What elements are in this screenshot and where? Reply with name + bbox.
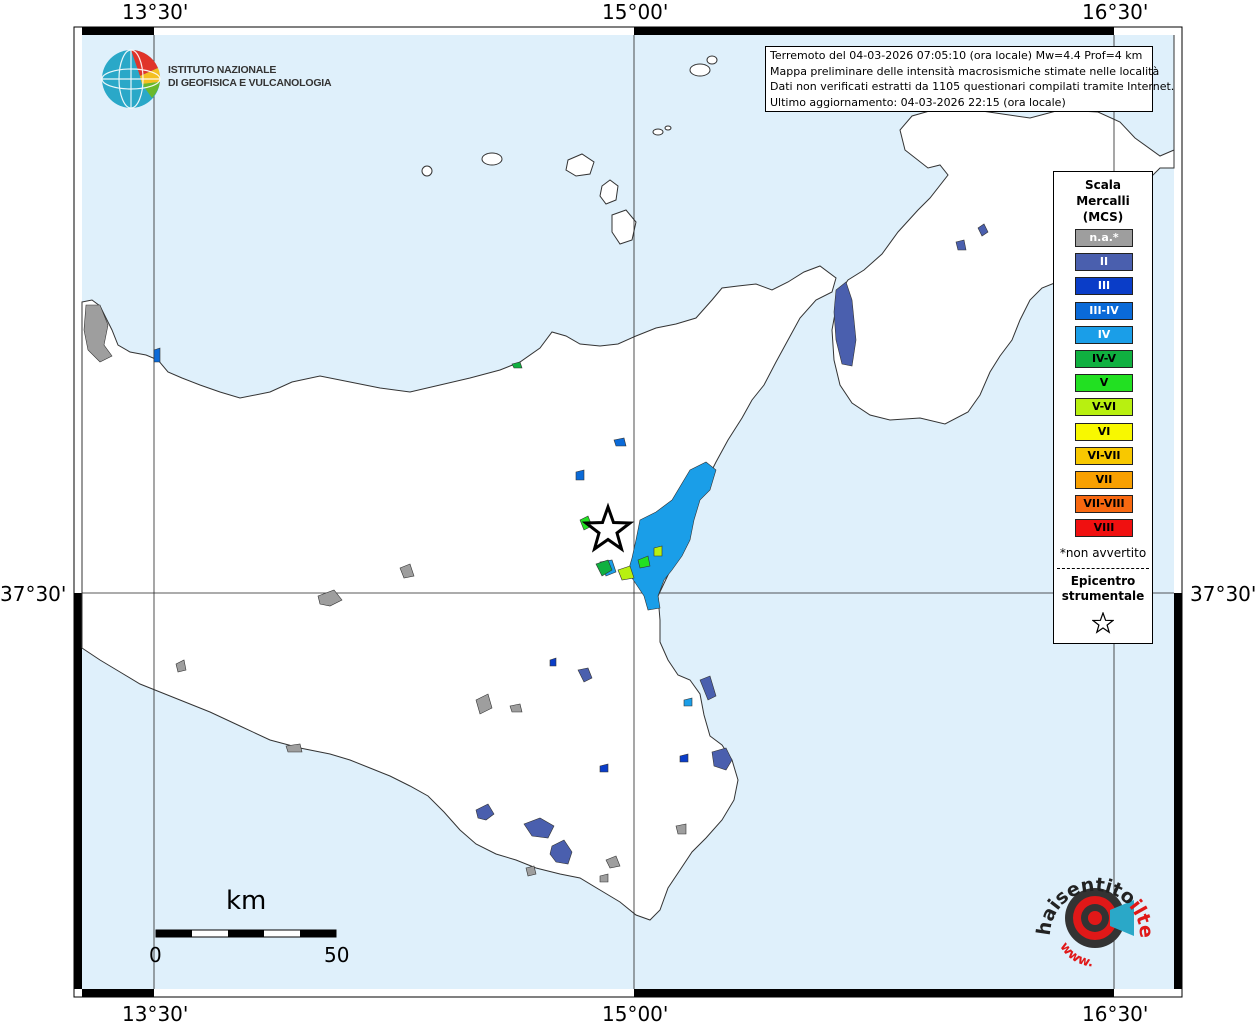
ingv-name-line1: ISTITUTO NAZIONALE	[168, 64, 277, 76]
legend-star-icon	[1092, 612, 1114, 634]
patch-v-vi	[653, 545, 663, 557]
info-line-2: Mappa preliminare delle intensità macros…	[770, 64, 1160, 78]
legend-item: IV-V	[1075, 350, 1133, 368]
patch-na	[675, 823, 687, 835]
legend-item: VIII	[1075, 519, 1133, 538]
patch-iii-iv	[153, 347, 161, 363]
legend-epicenter-label: Epicentro strumentale	[1054, 574, 1152, 604]
scale-max-label: 50	[324, 943, 350, 967]
legend-note: *non avvertito	[1059, 546, 1147, 560]
legend-item: VII	[1075, 471, 1133, 489]
legend-separator	[1057, 568, 1149, 569]
legend-item: VI-VII	[1075, 446, 1133, 465]
ingv-name-line2: DI GEOFISICA E VULCANOLOGIA	[168, 77, 332, 89]
patch-ii	[955, 239, 967, 251]
lon-label-bottom-right: 16°30'	[1082, 1002, 1149, 1026]
legend-item: VII-VIII	[1075, 495, 1133, 514]
lat-label-right: 37°30'	[1190, 582, 1255, 606]
info-line-3: Dati non verificati estratti da 1105 que…	[770, 80, 1175, 93]
legend-title: Scala Mercalli (MCS)	[1054, 177, 1152, 225]
legend-title-line2: Mercalli	[1076, 194, 1130, 208]
legend-item: III-IV	[1075, 301, 1133, 320]
mcs-legend: Scala Mercalli (MCS) n.a.* II III III-IV IV I…	[1053, 171, 1153, 644]
legend-title-line3: (MCS)	[1082, 210, 1124, 224]
legend-epicenter-line1: Epicentro	[1070, 574, 1136, 588]
patch-na	[525, 865, 537, 877]
legend-item: VI	[1075, 422, 1133, 441]
legend-epicenter-line2: strumentale	[1061, 589, 1145, 603]
ingv-globe-logo	[101, 49, 161, 109]
legend-item: V	[1075, 374, 1133, 393]
lon-label-top-right: 16°30'	[1082, 0, 1149, 24]
lon-label-bottom-mid: 15°00'	[602, 1002, 669, 1026]
legend-title-line1: Scala	[1084, 178, 1122, 192]
event-info-box: Terremoto del 04-03-2026 07:05:10 (ora l…	[765, 46, 1175, 112]
lon-label-top-left: 13°30'	[122, 0, 189, 24]
legend-item: II	[1075, 253, 1133, 272]
info-line-1: Terremoto del 04-03-2026 07:05:10 (ora l…	[770, 49, 1143, 62]
lat-label-left: 37°30'	[0, 582, 67, 606]
lon-label-top-mid: 15°00'	[602, 0, 669, 24]
lon-label-bottom-left: 13°30'	[122, 1002, 189, 1026]
ingv-name: ISTITUTO NAZIONALE DI GEOFISICA E VULCAN…	[168, 64, 332, 90]
haisentito-logo: haisentitoilterremoto.it www.	[1030, 866, 1157, 971]
legend-item: III	[1075, 277, 1133, 296]
info-line-4: Ultimo aggiornamento: 04-03-2026 22:15 (…	[770, 95, 1066, 109]
scale-min-label: 0	[149, 943, 162, 967]
legend-item: V-VI	[1075, 398, 1133, 417]
scale-unit-label: km	[226, 886, 267, 916]
legend-item: n.a.*	[1075, 229, 1133, 247]
legend-item: IV	[1075, 325, 1133, 344]
scale-bar	[155, 929, 337, 938]
patch-iii-iv	[575, 469, 585, 481]
